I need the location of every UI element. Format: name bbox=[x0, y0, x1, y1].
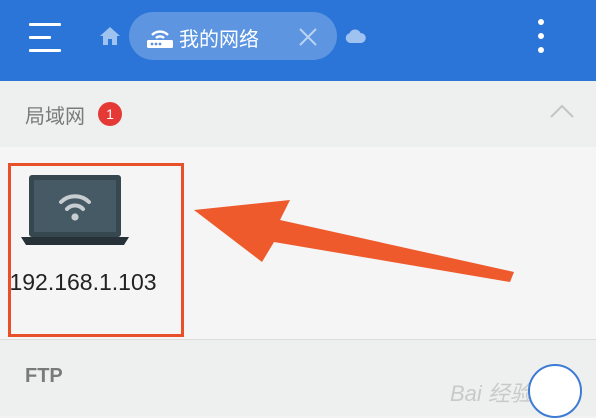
more-button[interactable] bbox=[530, 16, 552, 56]
hamburger-menu-icon bbox=[29, 23, 61, 26]
ftp-section-title: FTP bbox=[25, 365, 63, 387]
cloud-icon[interactable] bbox=[344, 27, 366, 45]
lan-section-title: 局域网 bbox=[25, 104, 85, 128]
ftp-section-header[interactable]: FTP Bai 经验 bbox=[0, 340, 596, 416]
watermark-text: Bai 经验 bbox=[450, 381, 532, 406]
home-icon[interactable] bbox=[99, 26, 121, 46]
lan-count-badge: 1 bbox=[98, 102, 122, 126]
router-icon bbox=[147, 30, 173, 48]
device-item[interactable]: 192.168.1.103 bbox=[8, 163, 182, 335]
app-bar: 我的网络 bbox=[0, 0, 596, 81]
device-grid: 192.168.1.103 bbox=[0, 147, 596, 339]
close-icon[interactable] bbox=[297, 26, 319, 48]
more-vertical-icon bbox=[538, 19, 544, 25]
floating-action-button[interactable] bbox=[528, 364, 582, 418]
menu-button[interactable] bbox=[29, 22, 63, 54]
chevron-up-icon[interactable] bbox=[549, 103, 575, 119]
tab-my-network[interactable]: 我的网络 bbox=[129, 12, 337, 60]
laptop-wifi-icon bbox=[21, 175, 129, 245]
lan-section-header[interactable]: 局域网 1 bbox=[0, 81, 596, 147]
device-name: 192.168.1.103 bbox=[9, 269, 157, 295]
tab-label: 我的网络 bbox=[179, 27, 259, 51]
